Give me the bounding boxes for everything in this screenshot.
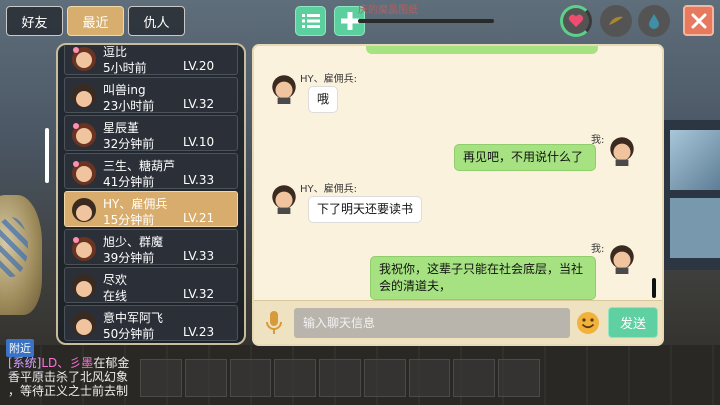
female-avatar-icon (72, 123, 96, 147)
friend-row[interactable]: 意中军阿飞 50分钟前 LV.23 (64, 305, 238, 341)
quest-progress (358, 19, 494, 23)
tab-recent[interactable]: 最近 (67, 6, 124, 36)
background-vase (0, 195, 42, 315)
male-avatar-icon (610, 137, 634, 166)
message-bubble-incoming: 哦 (308, 86, 339, 113)
hotbar-slot[interactable] (498, 359, 541, 397)
friend-list-scrollbar[interactable] (45, 128, 49, 183)
friend-last-seen: 32分钟前 (103, 137, 155, 151)
friend-row-selected[interactable]: HY、雇佣兵 15分钟前 LV.21 (64, 191, 238, 227)
send-button[interactable]: 发送 (608, 307, 658, 338)
chat-messages[interactable]: HY、雇佣兵: 哦 我: 再见吧，不用说什么了 HY、雇佣兵: 下了明天还要读书… (254, 46, 662, 302)
hotbar-slot[interactable] (229, 359, 272, 397)
message-sender: HY、雇佣兵: (300, 184, 357, 195)
hotbar-slot[interactable] (453, 359, 496, 397)
system-log-text: 在郁金 (93, 356, 130, 370)
friend-level: LV.32 (183, 97, 215, 111)
male-avatar-icon (72, 312, 96, 336)
message-sender: 我: (591, 244, 605, 255)
system-log-line: ，等待正义之士前去制 (8, 384, 129, 398)
friend-row[interactable]: 尽欢 在线 LV.32 (64, 267, 238, 303)
system-player-name: LD、彡墨 (41, 356, 94, 370)
friend-list: 逗比 5小时前 LV.20 叫兽ing 23小时前 LV.32 星辰堇 32分钟… (56, 43, 246, 345)
friend-name: 叫兽ing (103, 83, 146, 97)
hotbar-slot[interactable] (319, 359, 361, 397)
system-tag: [系统] (8, 356, 42, 370)
hunger-indicator[interactable] (600, 5, 632, 37)
message-bubble-outgoing: 再见吧，不用说什么了 (454, 144, 596, 171)
male-avatar-icon (272, 75, 296, 104)
friend-name: 尽欢 (103, 273, 128, 287)
female-avatar-icon (72, 237, 96, 261)
chat-input[interactable] (294, 308, 570, 338)
hotbar-slot[interactable] (363, 359, 406, 397)
friend-level: LV.32 (183, 287, 215, 301)
friend-row[interactable]: 星辰堇 32分钟前 LV.10 (64, 115, 238, 151)
quest-text: 庆的魔晶图纸 (358, 5, 418, 16)
friend-name: 星辰堇 (103, 121, 140, 135)
message-bubble-outgoing (366, 46, 598, 54)
friend-name: 旭少、群魔 (103, 235, 164, 249)
message-bubble-outgoing: 我祝你，这辈子只能在社会底层，当社会的清道夫， (370, 256, 596, 300)
friend-row[interactable]: 三生、糖葫芦 41分钟前 LV.33 (64, 153, 238, 189)
friend-last-seen: 50分钟前 (103, 327, 155, 341)
friend-last-seen: 23小时前 (103, 99, 155, 113)
female-avatar-icon (72, 161, 96, 185)
chat-input-bar: 发送 (254, 300, 662, 344)
male-avatar-icon (72, 84, 96, 108)
water-drop-icon (649, 14, 659, 29)
friend-level: LV.10 (183, 135, 215, 149)
drumstick-icon (609, 16, 623, 25)
health-indicator[interactable] (560, 5, 592, 37)
friend-row[interactable]: 旭少、群魔 39分钟前 LV.33 (64, 229, 238, 265)
friend-last-seen: 39分钟前 (103, 251, 155, 265)
system-log-line: 香平原击杀了北风幻象 (8, 370, 129, 384)
friend-level: LV.20 (183, 59, 215, 73)
system-log-line: [系统]LD、彡墨在郁金 (8, 356, 208, 370)
background-window (658, 120, 720, 270)
microphone-icon[interactable] (266, 311, 282, 335)
male-avatar-icon (72, 198, 96, 222)
friend-row[interactable]: 逗比 5小时前 LV.20 (64, 45, 238, 75)
male-avatar-icon (610, 245, 634, 274)
female-avatar-icon (72, 47, 96, 71)
friend-name: 逗比 (103, 45, 128, 59)
friend-tabs: 好友 最近 仇人 (6, 6, 185, 36)
friend-last-seen: 41分钟前 (103, 175, 155, 189)
male-avatar-icon (72, 274, 96, 298)
hotbar-slot[interactable] (274, 359, 317, 397)
message-bubble-incoming: 下了明天还要读书 (308, 196, 423, 223)
list-icon (301, 14, 320, 28)
friend-level: LV.21 (183, 211, 215, 225)
heart-icon (568, 14, 584, 27)
chat-panel: HY、雇佣兵: 哦 我: 再见吧，不用说什么了 HY、雇佣兵: 下了明天还要读书… (252, 44, 664, 346)
friend-row[interactable]: 叫兽ing 23小时前 LV.32 (64, 77, 238, 113)
close-icon (691, 13, 706, 28)
friend-level: LV.33 (183, 249, 215, 263)
smiley-icon[interactable] (576, 311, 600, 335)
tab-friends[interactable]: 好友 (6, 6, 63, 36)
friend-last-seen: 在线 (103, 289, 128, 303)
close-button[interactable] (683, 5, 714, 36)
male-avatar-icon (272, 185, 296, 214)
friend-name: 三生、糖葫芦 (103, 159, 176, 173)
chat-scrollbar[interactable] (652, 278, 656, 298)
friend-name: HY、雇佣兵 (103, 197, 168, 211)
friend-last-seen: 15分钟前 (103, 213, 155, 227)
water-indicator[interactable] (638, 5, 670, 37)
list-button[interactable] (295, 6, 326, 36)
friend-name: 意中军阿飞 (103, 311, 164, 325)
nearby-channel-tag[interactable]: 附近 (6, 339, 34, 357)
hotbar-slot[interactable] (408, 359, 451, 397)
message-sender: HY、雇佣兵: (300, 74, 357, 85)
friend-level: LV.23 (183, 325, 215, 339)
friend-level: LV.33 (183, 173, 215, 187)
system-chat-log: [系统]LD、彡墨在郁金 香平原击杀了北风幻象 ，等待正义之士前去制 (8, 356, 208, 398)
plus-icon (340, 12, 359, 30)
tab-enemies[interactable]: 仇人 (128, 6, 185, 36)
friend-last-seen: 5小时前 (103, 61, 147, 75)
